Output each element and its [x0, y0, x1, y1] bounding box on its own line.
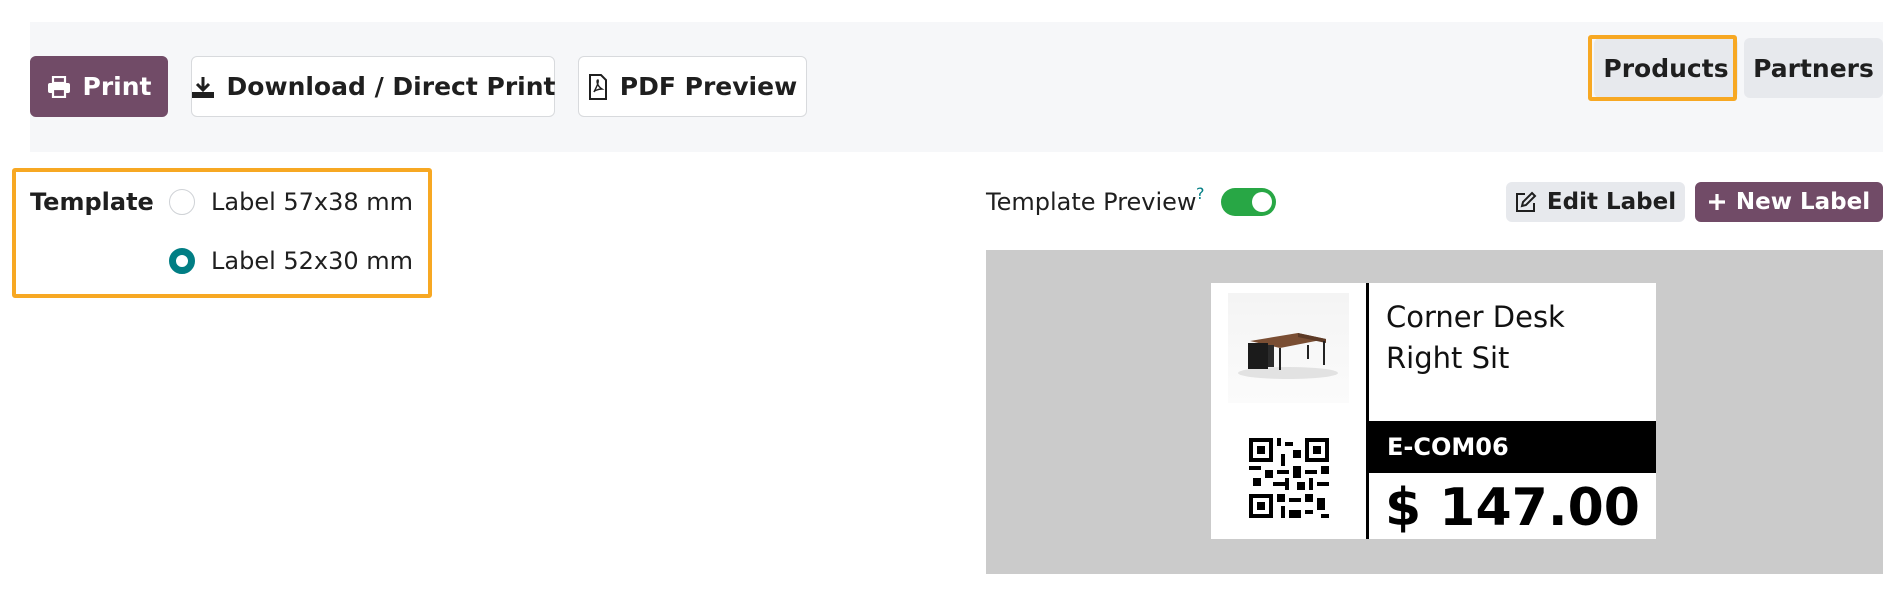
template-option-label: Label 57x38 mm: [211, 188, 414, 216]
label-price: $ 147.00: [1385, 478, 1640, 538]
product-image: [1228, 293, 1349, 403]
template-preview-area: Corner Desk Right Sit E-COM06 $ 147.00: [986, 250, 1883, 574]
toggle-knob: [1252, 192, 1272, 212]
help-icon[interactable]: ?: [1196, 184, 1205, 203]
print-button-label: Print: [82, 72, 152, 101]
partners-button-label: Partners: [1753, 53, 1874, 83]
label-product-name: Corner Desk Right Sit: [1386, 300, 1565, 375]
qr-code-icon: [1249, 438, 1329, 518]
template-label: Template: [30, 188, 154, 216]
download-button-label: Download / Direct Print: [226, 72, 556, 101]
partners-button[interactable]: Partners: [1744, 38, 1883, 98]
products-button-label: Products: [1603, 53, 1729, 83]
edit-label-button[interactable]: Edit Label: [1506, 182, 1685, 222]
edit-icon: [1515, 191, 1537, 213]
download-icon: [191, 75, 215, 99]
edit-label-text: Edit Label: [1546, 189, 1677, 215]
template-preview-toggle[interactable]: [1221, 188, 1276, 216]
new-label-text: New Label: [1735, 189, 1871, 215]
print-button[interactable]: Print: [30, 56, 168, 117]
template-preview-title: Template Preview: [986, 188, 1197, 216]
new-label-button[interactable]: New Label: [1695, 182, 1883, 222]
radio-checked-icon[interactable]: [169, 248, 195, 274]
label-preview-card: Corner Desk Right Sit E-COM06 $ 147.00: [1211, 283, 1656, 539]
download-direct-print-button[interactable]: Download / Direct Print: [191, 56, 555, 117]
printer-icon: [47, 75, 71, 98]
radio-unchecked-icon[interactable]: [169, 189, 195, 215]
template-option-label: Label 52x30 mm: [211, 247, 414, 275]
products-button[interactable]: Products: [1594, 38, 1738, 98]
pdf-preview-button[interactable]: PDF Preview: [578, 56, 807, 117]
template-option-52x30[interactable]: Label 52x30 mm: [169, 247, 413, 275]
pdf-preview-label: PDF Preview: [619, 72, 798, 101]
label-product-code: E-COM06: [1369, 421, 1656, 473]
corner-desk-image: [1238, 333, 1338, 379]
pdf-file-icon: [588, 73, 608, 100]
template-option-57x38[interactable]: Label 57x38 mm: [169, 188, 413, 216]
plus-icon: [1708, 193, 1726, 211]
